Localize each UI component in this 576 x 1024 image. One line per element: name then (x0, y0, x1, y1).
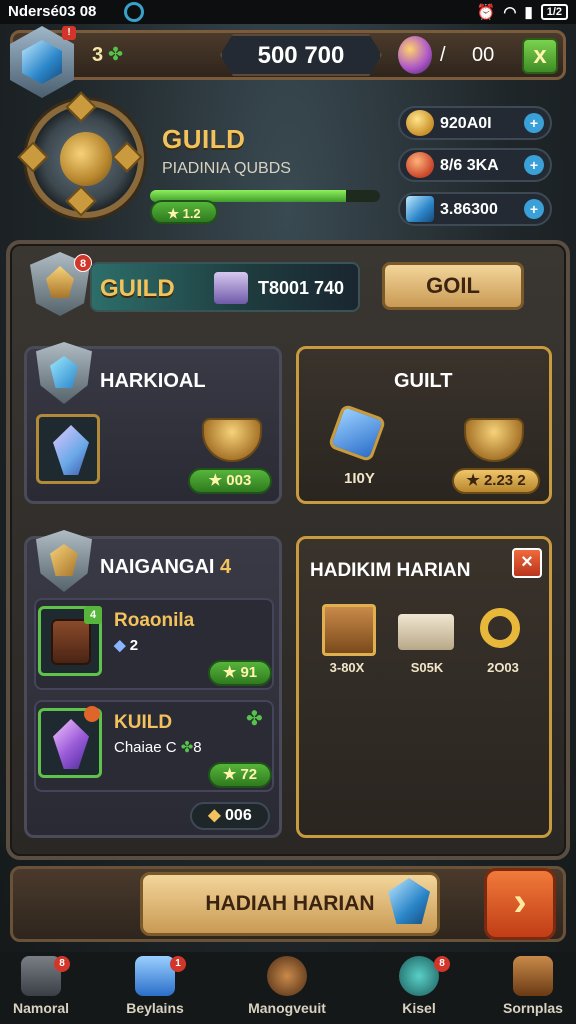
resource-row-gem[interactable]: 3.86300 + (398, 192, 552, 226)
card-reward-pill: ★ 2.23 2 (452, 468, 540, 494)
card-reward-value: 003 (226, 472, 252, 489)
item-sub-value: 8 (193, 739, 202, 756)
guild-subtitle: PIADINIA QUBDS (162, 160, 291, 177)
nav-item-manogveuit[interactable]: Manogveuit (232, 956, 342, 1022)
item-sub-value: 2 (129, 637, 139, 654)
crystal-icon (135, 956, 175, 996)
card-reward-value: 2.23 2 (483, 472, 526, 489)
daily-reward-label: S05K (410, 660, 444, 675)
item-name: Roaonila (114, 610, 195, 631)
item-sub-text: Chaiae C (114, 739, 177, 756)
item-badge: 4 (84, 606, 102, 624)
guild-crest-icon[interactable] (17, 91, 144, 218)
card-title-suffix: 4 (220, 556, 232, 578)
card-title: HADIKIM HARIAN (310, 560, 471, 581)
energy-separator: / (440, 44, 446, 66)
footer-counter: ◆ 006 (190, 802, 270, 830)
signal-icon: ▮ (524, 4, 533, 21)
chest-icon (214, 272, 248, 304)
item-name: KUILD (114, 712, 173, 733)
item-reward-pill: ★ 72 (208, 762, 272, 788)
guild-title: GUILD (162, 124, 246, 154)
anvil-icon (513, 956, 553, 996)
battery-icon: 1/2 (540, 4, 568, 20)
nav-item-namoral[interactable]: Namoral 8 (0, 956, 96, 1022)
nav-label: Kisel (402, 1000, 436, 1016)
card-title: GUILT (394, 370, 453, 392)
gold-coin-icon (406, 110, 434, 136)
nav-item-sornplas[interactable]: Sornplas (478, 956, 576, 1022)
notification-flag-icon: ! (62, 26, 76, 40)
clover-small-icon: ✤ (180, 739, 194, 756)
card-title: NAIGANGAI 4 (100, 556, 231, 579)
resource-value: 920A0I (440, 115, 492, 132)
clover-icon: ✤ (246, 708, 263, 730)
guild-banner[interactable]: GUILD T8001 740 (90, 262, 360, 312)
item-slot[interactable] (36, 414, 100, 484)
next-button[interactable]: › (484, 868, 556, 940)
clover-count: 3 (92, 44, 104, 66)
nav-badge: 8 (434, 956, 450, 972)
footer-counter-value: 006 (225, 807, 252, 824)
item-sub: Chaiae C ✤8 (114, 738, 202, 756)
backpack-icon (51, 619, 91, 665)
nav-badge: 1 (170, 956, 186, 972)
nav-label: Beylains (126, 1000, 184, 1016)
nav-badge: 8 (54, 956, 70, 972)
coin-counter[interactable]: 500 700 (220, 34, 382, 76)
item-reward-value: 72 (240, 766, 258, 783)
blue-gem-icon (406, 196, 434, 222)
nav-item-kisel[interactable]: Kisel 8 (364, 956, 474, 1022)
energy-orb-icon[interactable] (398, 36, 432, 74)
resource-row-gold[interactable]: 920A0I + (398, 106, 552, 140)
gold-nugget-icon: ◆ (208, 807, 221, 824)
nav-item-beylains[interactable]: Beylains 1 (100, 956, 210, 1022)
bag-icon (267, 956, 307, 996)
card-title: HARKIOAL (100, 370, 206, 392)
status-bar: Ndersé03 08 ⏰ ◠ ▮ 1/2 (0, 0, 576, 24)
close-icon[interactable]: × (512, 548, 542, 578)
card-reward-pill: ★ 003 (188, 468, 272, 494)
guild-level-value: 1.2 (182, 206, 201, 221)
wifi-icon: ◠ (503, 4, 517, 21)
nav-label: Namoral (12, 1000, 70, 1016)
daily-reward-label: 2O03 (487, 660, 519, 675)
nav-label: Sornplas (503, 1000, 563, 1016)
guild-level-pill: ★ 1.2 (150, 200, 218, 224)
nav-label: Manogveuit (248, 1000, 326, 1016)
add-flame-icon[interactable]: + (524, 155, 544, 175)
energy-value: 00 (472, 44, 495, 66)
item-label: 1I0Y (344, 470, 375, 487)
item-sub: ◆ 2 (114, 636, 138, 654)
item-reward-pill: ★ 91 (208, 660, 272, 686)
globe-icon (399, 956, 439, 996)
guild-banner-value: T8001 740 (258, 278, 345, 298)
close-button[interactable]: x (522, 38, 558, 74)
resource-value: 3.86300 (440, 201, 498, 218)
clover-icon: ✤ (108, 44, 124, 64)
flame-orb-icon (406, 152, 434, 178)
item-alert-icon (84, 706, 100, 722)
app-status-icon (124, 2, 144, 22)
status-time: Ndersé03 08 (8, 3, 97, 20)
goil-button[interactable]: GOIL (382, 262, 524, 310)
gift-box-icon[interactable] (318, 598, 378, 658)
card-title-text: NAIGANGAI (100, 556, 215, 578)
daily-reward-label: 3-80X (329, 660, 365, 675)
status-indicators: ⏰ ◠ ▮ 1/2 (477, 3, 568, 21)
resource-row-flame[interactable]: 8/6 3KA + (398, 148, 552, 182)
add-gold-icon[interactable]: + (524, 113, 544, 133)
parcel-icon[interactable] (396, 598, 456, 658)
gold-ring-icon[interactable] (474, 598, 534, 658)
gem-small-icon: ◆ (114, 637, 126, 654)
daily-reward-row: 3-80X S05K 2O03 (316, 598, 542, 675)
item-reward-value: 91 (240, 664, 258, 681)
resource-value: 8/6 3KA (440, 157, 499, 174)
guild-banner-label: GUILD (100, 275, 175, 302)
purple-crystal-icon (53, 719, 89, 769)
add-gem-icon[interactable]: + (524, 199, 544, 219)
crystal-sword-icon (53, 425, 89, 475)
alarm-icon: ⏰ (476, 4, 496, 21)
